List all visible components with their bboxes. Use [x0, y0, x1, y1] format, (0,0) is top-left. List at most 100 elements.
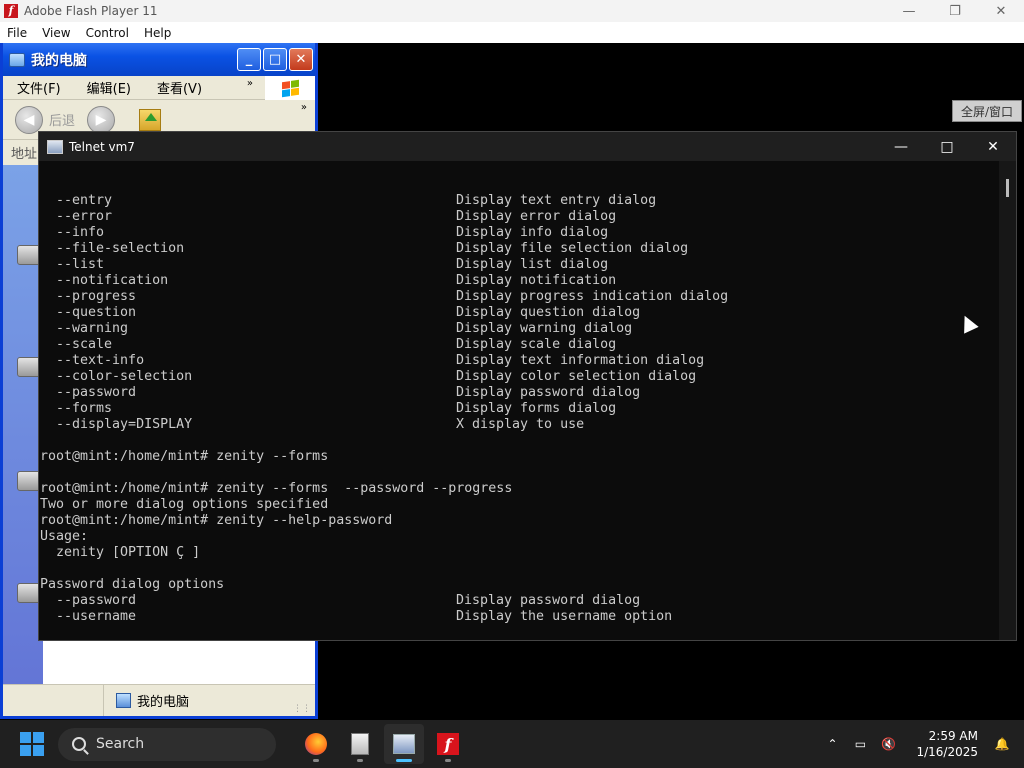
back-arrow-icon[interactable]: ◀	[15, 105, 43, 134]
terminal-line-text: --password	[40, 593, 137, 608]
menu-view[interactable]: View	[35, 26, 78, 40]
terminal-line: Two or more dialog options specified	[40, 497, 1016, 513]
terminal-scrollbar[interactable]	[999, 161, 1016, 640]
start-windows-icon[interactable]	[20, 732, 44, 756]
terminal-line: --password Display password dialog	[40, 593, 1016, 609]
menu-help[interactable]: Help	[137, 26, 179, 40]
telnet-close-button[interactable]: ✕	[970, 132, 1016, 161]
terminal-line-text: --error	[40, 209, 113, 224]
address-label: 地址	[11, 147, 38, 162]
menu-file[interactable]: File	[0, 26, 35, 40]
chevron-more-icon[interactable]: »	[301, 102, 307, 113]
terminal-line-description: Display warning dialog	[456, 321, 633, 336]
telnet-titlebar: Telnet vm7 — □ ✕	[39, 132, 1016, 161]
system-tray: ⌃ ▭ 🔇 2:59 AM 1/16/2025 🔔	[818, 728, 1024, 760]
forward-arrow-icon[interactable]: ▶	[87, 105, 116, 134]
terminal-line-description: Display text information dialog	[456, 353, 705, 368]
close-button[interactable]: ✕	[978, 0, 1024, 22]
terminal-line-text: Usage:	[40, 529, 89, 544]
terminal-line: --display=DISPLAY X display to use	[40, 417, 1016, 433]
taskbar: Search f ⌃ ▭ 🔇 2:59 AM 1/16/2025 🔔	[0, 720, 1024, 768]
xp-menu-view[interactable]: 查看(V)	[143, 78, 214, 97]
terminal-line-text: --display=DISPLAY	[40, 417, 193, 432]
resize-grip-icon[interactable]: ⋮⋮	[293, 704, 311, 714]
terminal-line: root@mint:/home/mint# zenity --help-pass…	[40, 513, 1016, 529]
xp-window-title: 我的电脑	[31, 52, 87, 69]
terminal-line-text: root@mint:/home/mint# zenity --forms --p…	[40, 481, 513, 496]
search-icon	[72, 737, 86, 751]
back-button-label[interactable]: 后退	[49, 110, 75, 129]
up-folder-icon[interactable]	[139, 108, 162, 131]
xp-menu-edit[interactable]: 编辑(E)	[73, 78, 143, 97]
telnet-app-icon	[47, 139, 63, 154]
terminal-line-text: --list	[40, 257, 105, 272]
terminal-line: Usage:	[40, 529, 1016, 545]
telnet-icon	[393, 734, 415, 754]
terminal-line-description: Display file selection dialog	[456, 241, 689, 256]
minimize-button[interactable]: —	[886, 0, 932, 22]
restore-button[interactable]: ❐	[932, 0, 978, 22]
xp-menu-file[interactable]: 文件(F)	[3, 78, 73, 97]
flash-titlebar: f Adobe Flash Player 11 — ❐ ✕	[0, 0, 1024, 22]
terminal-line-text: --warning	[40, 321, 129, 336]
xp-close-button[interactable]: ✕	[289, 48, 313, 71]
terminal-line-text: --text-info	[40, 353, 145, 368]
notification-bell-icon[interactable]: 🔔	[988, 737, 1016, 751]
network-icon[interactable]: ▭	[846, 737, 874, 751]
terminal-line-description: Display password dialog	[456, 593, 641, 608]
taskbar-firefox[interactable]	[296, 724, 336, 764]
terminal-line-text: --entry	[40, 193, 113, 208]
terminal-line-text: Password dialog options	[40, 577, 225, 592]
terminal-line-text: --notification	[40, 273, 169, 288]
telnet-minimize-button[interactable]: —	[878, 132, 924, 161]
terminal-output[interactable]: --entry Display text entry dialog --error…	[39, 161, 1016, 640]
terminal-line: --notification Display notification	[40, 273, 1016, 289]
terminal-line-description: X display to use	[456, 417, 585, 432]
terminal-line: --username Display the username option	[40, 609, 1016, 625]
terminal-line-text: --question	[40, 305, 137, 320]
terminal-line-text: --color-selection	[40, 369, 193, 384]
clock[interactable]: 2:59 AM 1/16/2025	[916, 728, 978, 760]
terminal-line-text: root@mint:/home/mint# zenity --forms	[40, 449, 329, 464]
taskbar-notepad[interactable]	[340, 724, 380, 764]
taskbar-telnet[interactable]	[384, 724, 424, 764]
xp-minimize-button[interactable]: _	[237, 48, 261, 71]
taskbar-flash-player[interactable]: f	[428, 724, 468, 764]
terminal-line-description: Display text entry dialog	[456, 193, 657, 208]
volume-muted-icon[interactable]: 🔇	[874, 737, 902, 751]
chevron-more-icon[interactable]: »	[247, 78, 253, 89]
telnet-window: Telnet vm7 — □ ✕ --entry Display text ent…	[38, 131, 1017, 641]
xp-statusbar: 我的电脑 ⋮⋮	[3, 684, 315, 716]
terminal-line-text: --password	[40, 385, 137, 400]
taskbar-search-box[interactable]: Search	[58, 727, 276, 761]
chevron-up-icon[interactable]: ⌃	[818, 737, 846, 751]
terminal-line-text: --progress	[40, 289, 137, 304]
terminal-line-description: Display password dialog	[456, 385, 641, 400]
telnet-window-title: Telnet vm7	[69, 139, 135, 154]
terminal-line: --info Display info dialog	[40, 225, 1016, 241]
xp-maximize-button[interactable]: □	[263, 48, 287, 71]
fullscreen-toggle-hint[interactable]: 全屏/窗口	[952, 100, 1022, 122]
terminal-line-text: --scale	[40, 337, 113, 352]
clock-date: 1/16/2025	[916, 745, 978, 759]
terminal-line: --question Display question dialog	[40, 305, 1016, 321]
terminal-line: zenity [OPTION Ç ]	[40, 545, 1016, 561]
scrollbar-thumb[interactable]	[1006, 179, 1009, 197]
terminal-lines: --entry Display text entry dialog --error…	[40, 193, 1016, 640]
terminal-line-description: Display the username option	[456, 609, 673, 624]
terminal-line: root@mint:/home/mint# zenity --forms --p…	[40, 481, 1016, 497]
terminal-line: Password dialog options	[40, 577, 1016, 593]
terminal-line-text: Two or more dialog options specified	[40, 497, 329, 512]
flash-window-title: Adobe Flash Player 11	[24, 4, 158, 18]
terminal-line-text: --forms	[40, 401, 113, 416]
terminal-line: --progress Display progress indication di…	[40, 289, 1016, 305]
terminal-line-description: Display notification	[456, 273, 617, 288]
telnet-maximize-button[interactable]: □	[924, 132, 970, 161]
terminal-line: --scale Display scale dialog	[40, 337, 1016, 353]
task-pane	[3, 165, 43, 687]
menu-control[interactable]: Control	[79, 26, 137, 40]
search-label: Search	[96, 736, 145, 752]
